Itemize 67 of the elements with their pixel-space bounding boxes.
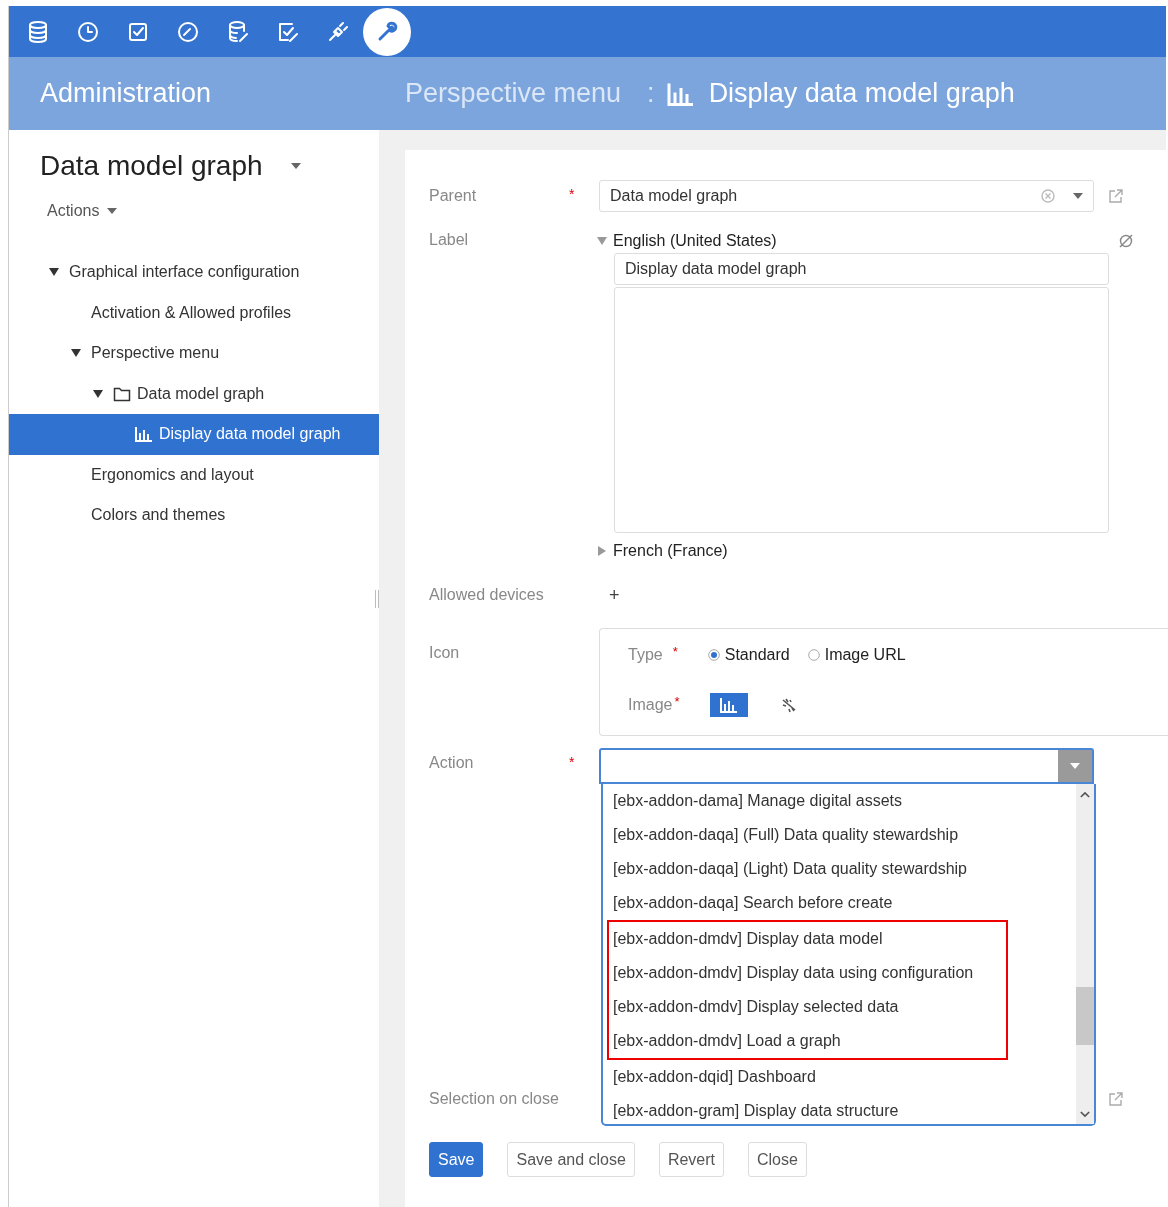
- no-value-icon[interactable]: [1118, 233, 1134, 249]
- field-label: Icon: [429, 643, 461, 662]
- tree-item[interactable]: Activation & Allowed profiles: [9, 292, 379, 333]
- scrollbar[interactable]: [1076, 784, 1094, 1124]
- external-link-icon[interactable]: [1108, 1091, 1124, 1107]
- expand-triangle-icon: [93, 389, 103, 398]
- radio-option[interactable]: Standard: [707, 646, 790, 664]
- action-button[interactable]: Revert: [658, 1142, 724, 1177]
- tree-item[interactable]: Perspective menu: [9, 333, 379, 374]
- required-marker: *: [674, 693, 680, 709]
- section-title: Administration: [39, 78, 213, 109]
- field-label: Parent: [429, 186, 478, 205]
- tree-item[interactable]: Ergonomics and layout: [9, 454, 379, 495]
- required-marker: *: [672, 643, 678, 659]
- caret-icon: [107, 208, 118, 214]
- dropdown-option[interactable]: [ebx-addon-dmdv] Display selected data: [611, 990, 1006, 1024]
- scroll-down-icon[interactable]: [1080, 1111, 1090, 1118]
- dropdown-option[interactable]: [ebx-addon-daqa] (Full) Data quality stewardship: [611, 818, 1076, 852]
- required-marker: *: [569, 754, 575, 770]
- radio-icon[interactable]: [807, 649, 820, 661]
- tree-item[interactable]: Data model graph: [9, 373, 379, 414]
- field-label: Action: [429, 753, 475, 772]
- tree-item[interactable]: Colors and themes: [9, 495, 379, 536]
- dropdown-option[interactable]: [ebx-addon-daqa] Search before create: [611, 886, 1076, 920]
- scroll-up-icon[interactable]: [1080, 791, 1090, 798]
- language-label: French (France): [613, 542, 728, 560]
- field-label: Type: [628, 646, 663, 664]
- expand-triangle-icon[interactable]: [597, 237, 607, 245]
- dropdown-option[interactable]: [ebx-addon-dmdv] Display data model: [611, 922, 1006, 956]
- caret-icon: [290, 163, 301, 169]
- action-button[interactable]: Close: [748, 1142, 807, 1177]
- language-label: English (United States): [613, 232, 777, 250]
- required-marker: *: [569, 186, 575, 202]
- add-button[interactable]: +: [599, 579, 639, 612]
- bar-chart-icon: [135, 426, 153, 443]
- sidebar-title: Data model graph: [40, 150, 263, 182]
- radio-icon[interactable]: [707, 649, 720, 661]
- parent-select[interactable]: Data model graph: [599, 180, 1094, 212]
- dropdown-button[interactable]: [1058, 750, 1092, 782]
- breadcrumb-separator: :: [647, 78, 655, 109]
- field-label: Selection on close: [429, 1089, 560, 1108]
- tree-item[interactable]: Display data model graph: [9, 414, 379, 455]
- caret-icon: [1070, 763, 1080, 769]
- dropdown-option[interactable]: [ebx-addon-gram] Display data structure: [611, 1094, 1076, 1124]
- tree-item[interactable]: Graphical interface configuration: [9, 252, 379, 293]
- dropdown-option[interactable]: [ebx-addon-dama] Manage digital assets: [611, 784, 1076, 818]
- dropdown-option[interactable]: [ebx-addon-dqid] Dashboard: [611, 1060, 1076, 1094]
- external-link-icon[interactable]: [1108, 188, 1124, 204]
- actions-menu[interactable]: Actions: [47, 202, 118, 220]
- dropdown-option[interactable]: [ebx-addon-dmdv] Display data using configuration: [611, 956, 1006, 990]
- radio-option[interactable]: Image URL: [807, 646, 906, 664]
- dropdown-option[interactable]: [ebx-addon-daqa] (Light) Data quality stewardship: [611, 852, 1076, 886]
- dropdown-option[interactable]: [ebx-addon-dmdv] Load a graph: [611, 1024, 1006, 1058]
- bar-chart-icon[interactable]: [709, 693, 748, 717]
- bar-chart-icon: [666, 81, 695, 106]
- expand-triangle-icon[interactable]: [598, 546, 606, 556]
- action-button[interactable]: Save: [429, 1142, 484, 1177]
- field-label: Allowed devices: [429, 585, 545, 604]
- page-title: Display data model graph: [708, 78, 1015, 109]
- expand-triangle-icon: [49, 268, 59, 277]
- caret-icon: [1073, 193, 1083, 199]
- expand-triangle-icon: [71, 349, 81, 358]
- field-label: Image: [628, 696, 673, 714]
- folder-icon: [113, 385, 131, 402]
- action-button[interactable]: Save and close: [507, 1142, 635, 1177]
- field-label: Label: [429, 230, 470, 249]
- label-input[interactable]: Display data model graph: [614, 253, 1109, 285]
